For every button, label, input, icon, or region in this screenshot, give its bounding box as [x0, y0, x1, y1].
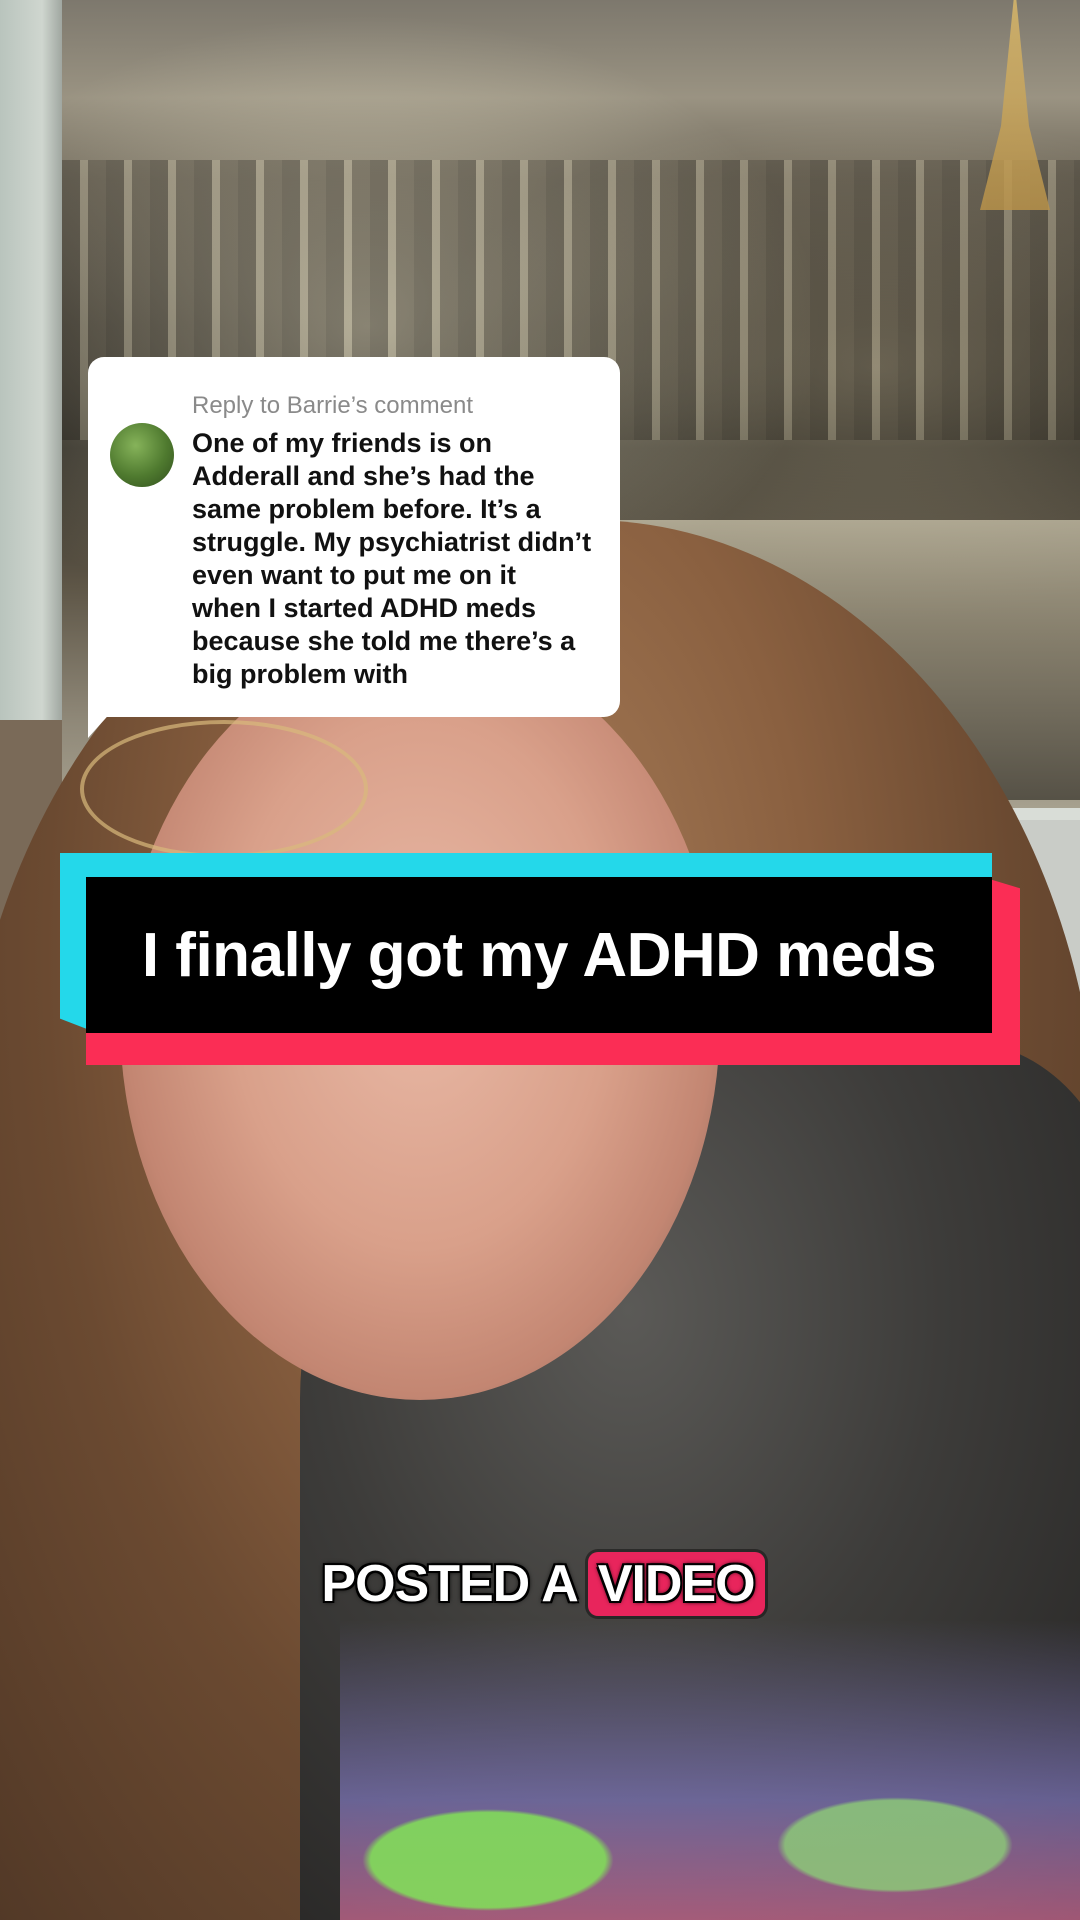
wall: [0, 0, 70, 720]
caption-word: A: [541, 1555, 579, 1613]
reply-comment-card[interactable]: Reply to Barrie’s comment One of my frie…: [88, 357, 620, 717]
reply-comment-text: One of my friends is on Adderall and she…: [192, 428, 592, 689]
commenter-avatar: [110, 423, 174, 487]
reply-card-tail: [88, 700, 122, 738]
caption-word-highlighted: VIDEO: [587, 1552, 765, 1616]
video-caption: POSTED A VIDEO: [0, 1548, 1080, 1620]
reply-header: Reply to Barrie’s comment: [192, 392, 473, 419]
banner-title: I finally got my ADHD meds: [141, 920, 937, 990]
title-banner: I finally got my ADHD meds: [60, 853, 1020, 1065]
person-glasses: [80, 720, 368, 858]
caption-word: POSTED: [321, 1555, 530, 1613]
shirt-print: [340, 1620, 1080, 1920]
